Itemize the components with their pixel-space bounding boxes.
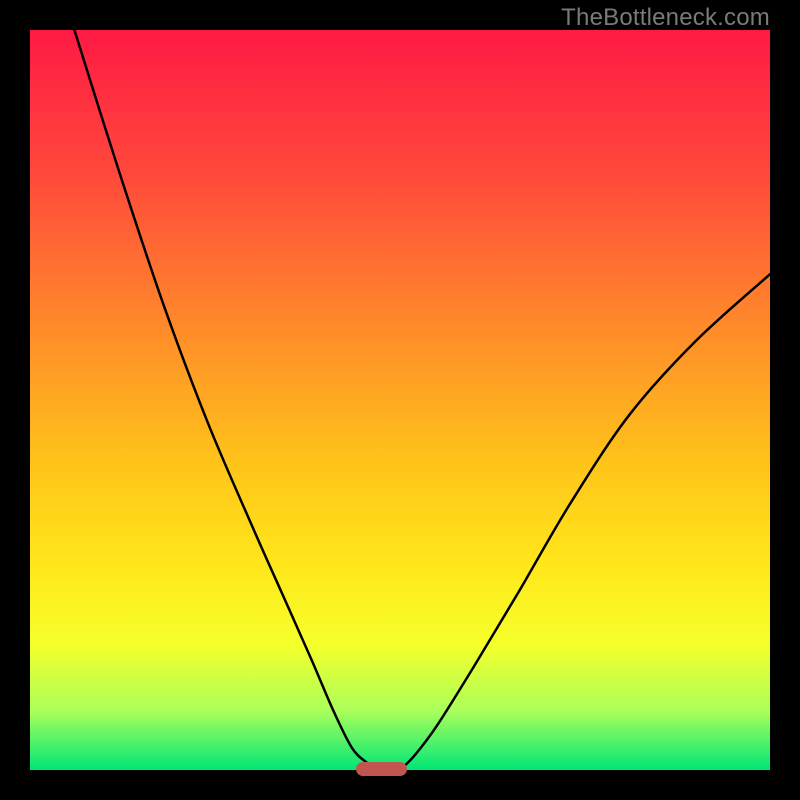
curve-layer <box>30 30 770 770</box>
left-branch-curve <box>74 30 377 770</box>
optimal-range-marker <box>356 762 408 776</box>
chart-frame: TheBottleneck.com <box>0 0 800 800</box>
right-branch-curve <box>400 274 770 770</box>
watermark-text: TheBottleneck.com <box>561 4 770 32</box>
plot-area <box>30 30 770 770</box>
